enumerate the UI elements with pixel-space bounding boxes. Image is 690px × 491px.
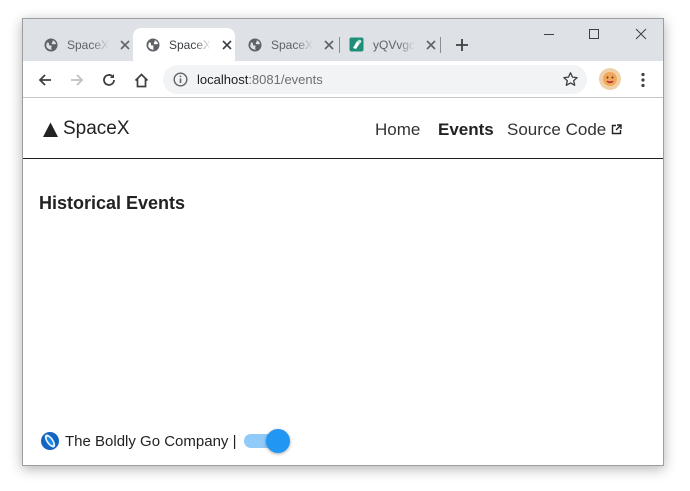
page-title: Historical Events <box>39 193 186 213</box>
new-tab-icon[interactable] <box>452 35 472 55</box>
url-text: localhost:8081/events <box>197 72 323 87</box>
minimize-icon[interactable] <box>533 23 565 45</box>
forward-arrow-icon[interactable] <box>66 69 88 91</box>
nav-home-link[interactable]: Home <box>375 120 420 140</box>
tab-2[interactable]: SpaceX <box>133 28 235 61</box>
brand-link[interactable]: SpaceX <box>42 118 130 140</box>
nav-events-link[interactable]: Events <box>438 120 494 140</box>
browser-window: SpaceX SpaceX SpaceX yQVvgc localhost:80… <box>22 18 664 466</box>
app-favicon-icon <box>349 37 364 52</box>
nav-source-code-link[interactable]: Source Code <box>507 120 622 140</box>
url-host: localhost <box>197 72 249 87</box>
profile-avatar-icon[interactable] <box>599 68 621 90</box>
close-tab-icon[interactable] <box>220 38 234 52</box>
close-tab-icon[interactable] <box>424 38 438 52</box>
tab-4[interactable]: yQVvgc <box>337 28 439 61</box>
address-bar[interactable]: localhost:8081/events <box>163 65 587 94</box>
theme-toggle-switch[interactable] <box>244 428 292 454</box>
close-tab-icon[interactable] <box>322 38 336 52</box>
close-tab-icon[interactable] <box>118 38 132 52</box>
tab-3[interactable]: SpaceX <box>235 28 337 61</box>
footer-text: The Boldly Go Company | <box>65 432 237 450</box>
tab-strip: SpaceX SpaceX SpaceX yQVvgc <box>23 19 663 61</box>
external-link-icon <box>611 120 622 135</box>
back-arrow-icon[interactable] <box>34 69 56 91</box>
triangle-logo-icon <box>42 121 59 138</box>
bookmark-star-icon[interactable] <box>562 71 579 88</box>
url-path: :8081/events <box>248 72 323 87</box>
browser-toolbar: localhost:8081/events <box>23 61 663 98</box>
tab-title: SpaceX <box>169 37 211 52</box>
globe-icon <box>247 37 262 52</box>
page-content: SpaceX Home Events Source Code Historica… <box>23 99 663 465</box>
tab-title: SpaceX <box>271 37 313 52</box>
tab-title: SpaceX <box>67 37 109 52</box>
toggle-thumb <box>266 429 291 453</box>
tab-title: yQVvgc <box>373 37 415 52</box>
company-logo-icon <box>40 431 60 451</box>
globe-icon <box>145 37 160 52</box>
tab-separator <box>440 37 441 53</box>
close-window-icon[interactable] <box>625 23 657 45</box>
site-footer: The Boldly Go Company | <box>40 427 292 455</box>
maximize-icon[interactable] <box>578 23 610 45</box>
globe-icon <box>43 37 58 52</box>
brand-name: SpaceX <box>63 118 130 139</box>
info-icon[interactable] <box>173 72 188 87</box>
site-navbar: SpaceX Home Events Source Code <box>23 99 663 159</box>
nav-source-code-label: Source Code <box>507 120 607 139</box>
tab-1[interactable]: SpaceX <box>31 28 133 61</box>
home-icon[interactable] <box>130 69 152 91</box>
reload-icon[interactable] <box>98 69 120 91</box>
kebab-menu-icon[interactable] <box>633 69 653 91</box>
